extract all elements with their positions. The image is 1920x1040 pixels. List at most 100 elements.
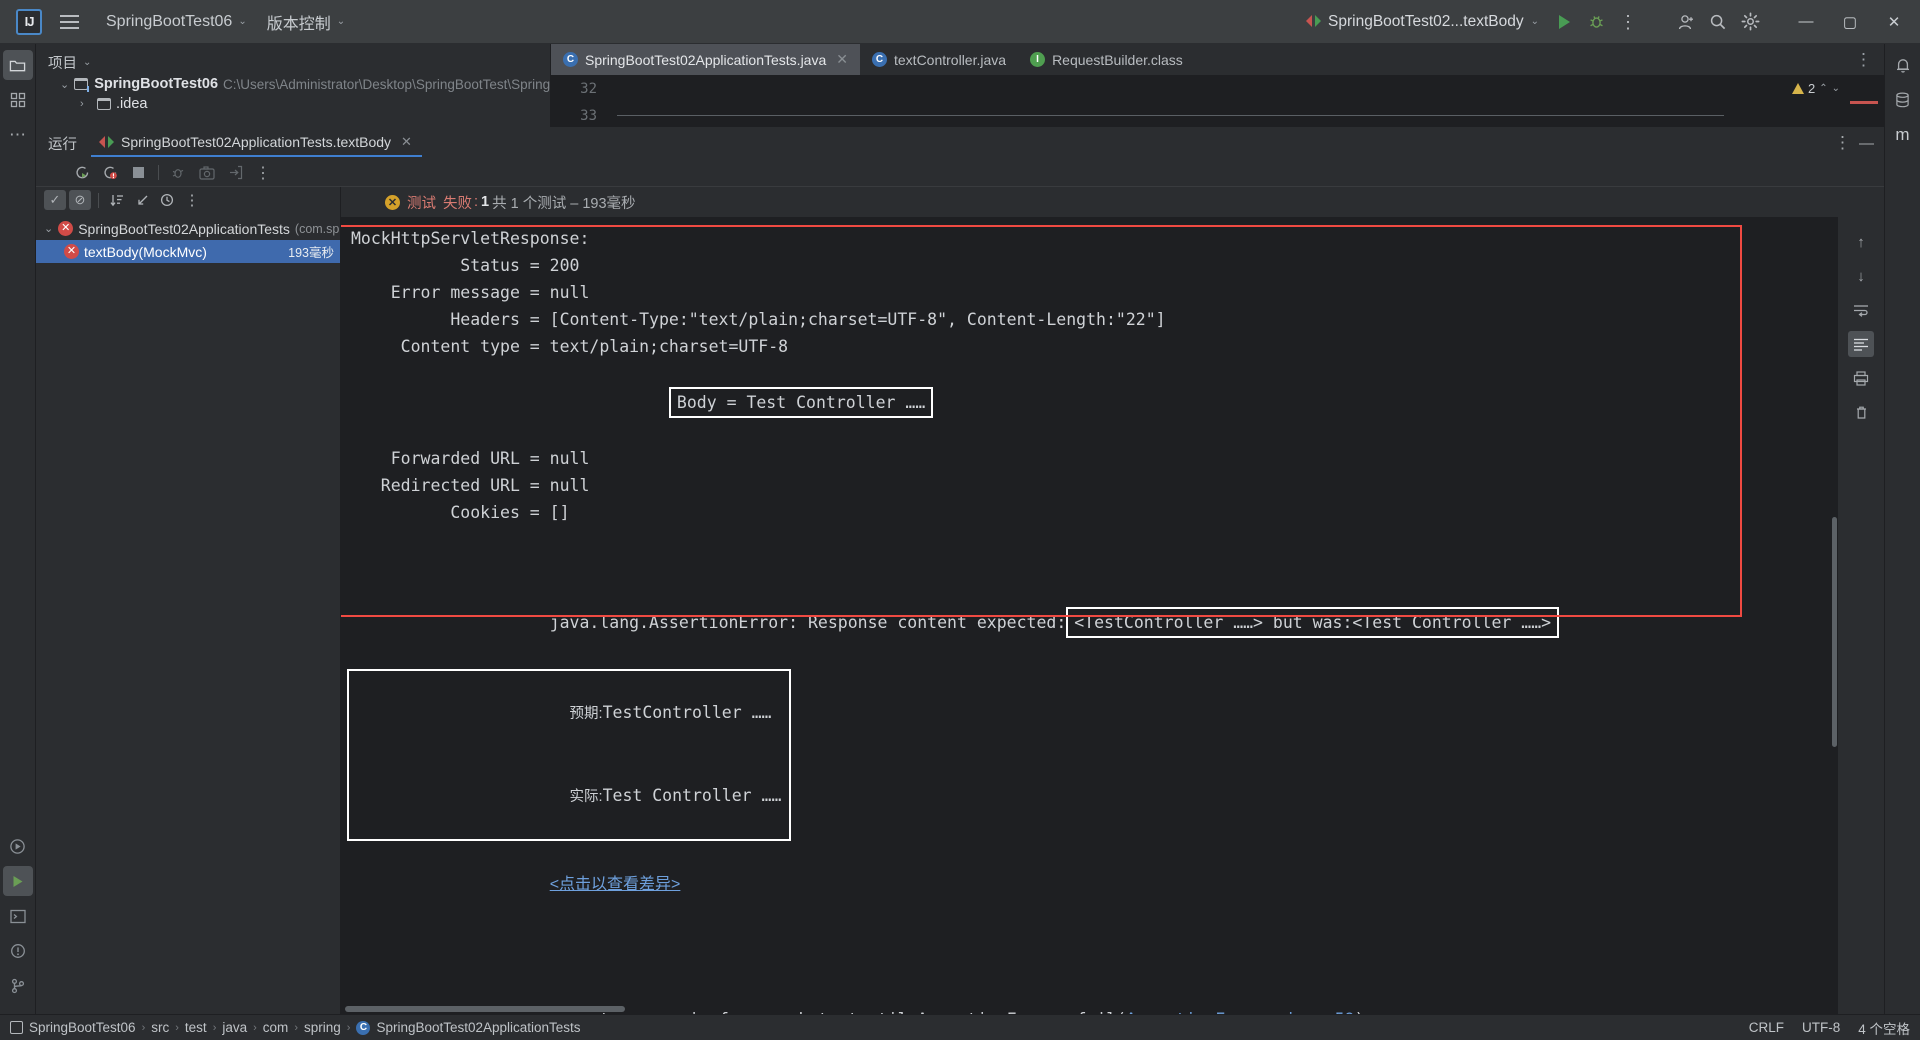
console-output[interactable]: MockHttpServletResponse: Status = 200 Er…	[341, 217, 1884, 1014]
run-window-more-icon[interactable]: ⋮	[1834, 133, 1851, 153]
structure-tool-icon[interactable]	[3, 85, 33, 115]
editor-tabs-more-button[interactable]: ⋮	[1843, 44, 1884, 75]
more-tool-windows-icon[interactable]: ⋯	[3, 120, 33, 150]
rerun-failed-tests-button[interactable]	[98, 162, 122, 184]
search-button[interactable]	[1702, 6, 1734, 38]
close-icon[interactable]: ✕	[836, 51, 848, 68]
test-tree-row-method[interactable]: ✕ textBody(MockMvc) 193毫秒	[36, 240, 340, 263]
run-window-controls: ⋮ —	[1834, 133, 1884, 153]
run-session-tab[interactable]: SpringBootTest02ApplicationTests.textBod…	[91, 129, 422, 157]
database-tool-icon[interactable]	[1888, 85, 1918, 115]
printer-icon	[1853, 370, 1869, 386]
sort-by-duration-button[interactable]	[156, 190, 178, 210]
export-results-button[interactable]	[223, 162, 247, 184]
project-tree-root[interactable]: ⌄ SpringBootTest06 C:\Users\Administrato…	[48, 73, 618, 93]
stack-link[interactable]: AssertionErrors.java:59	[1126, 1010, 1354, 1014]
export-icon	[229, 165, 242, 180]
breadcrumb-item-com[interactable]: com	[263, 1020, 289, 1035]
run-button[interactable]	[1548, 6, 1580, 38]
breadcrumb-item-test[interactable]: test	[185, 1020, 207, 1035]
console-scroll-area[interactable]: MockHttpServletResponse: Status = 200 Er…	[341, 217, 1838, 1014]
breadcrumb-item-spring[interactable]: spring	[304, 1020, 341, 1035]
chevron-down-icon[interactable]: ⌄	[60, 78, 69, 91]
clear-all-button[interactable]	[1848, 399, 1874, 425]
run-configuration-selector[interactable]: SpringBootTest02...textBody ⌄	[1297, 9, 1548, 35]
rerun-button[interactable]	[70, 162, 94, 184]
database-icon	[1896, 92, 1909, 108]
notifications-tool-icon[interactable]	[1888, 50, 1918, 80]
close-icon[interactable]: ✕	[401, 134, 412, 150]
project-panel-title[interactable]: 项目 ⌄	[48, 52, 550, 73]
run-config-icon	[1306, 14, 1322, 29]
account-icon	[1678, 14, 1693, 29]
console-vertical-scrollbar[interactable]	[1832, 517, 1837, 747]
diff-link-line[interactable]: <点击以查看差异>	[347, 843, 1838, 925]
project-tree-item-idea[interactable]: › .idea	[48, 93, 550, 113]
titlebar-more-button[interactable]: ⋮	[1612, 6, 1644, 38]
error-stripe-marker	[1850, 101, 1878, 104]
maximize-window-button[interactable]: ▢	[1828, 0, 1872, 44]
settings-button[interactable]	[1734, 6, 1766, 38]
scroll-up-button[interactable]: ↑	[1848, 229, 1874, 255]
debug-button[interactable]	[1580, 6, 1612, 38]
intellij-logo-icon: IJ	[16, 8, 42, 35]
breadcrumb-item-java[interactable]: java	[222, 1020, 247, 1035]
print-button[interactable]	[1848, 365, 1874, 391]
stop-button[interactable]	[126, 162, 150, 184]
project-selector[interactable]: SpringBootTest06 ⌄	[98, 9, 255, 35]
vcs-menu[interactable]: 版本控制 ⌄	[259, 6, 353, 38]
soft-wrap-button[interactable]	[1848, 297, 1874, 323]
editor-code-preview[interactable]: 32 33 MockHttpServletRequestBuilder requ…	[551, 75, 1884, 127]
run-toolbar-more-button[interactable]: ⋮	[251, 162, 275, 184]
project-selector-label: SpringBootTest06	[106, 12, 233, 30]
test-status-part2: 失败	[443, 195, 472, 212]
maven-tool-icon[interactable]: m	[1888, 120, 1918, 150]
run-tool-icon[interactable]	[2, 866, 33, 896]
center-column: 项目 ⌄ ⌄ SpringBootTest06 C:\Users\Adminis…	[36, 44, 1884, 1014]
problems-tool-icon[interactable]	[3, 936, 33, 966]
collapse-all-button[interactable]	[131, 190, 153, 210]
services-tool-icon[interactable]	[3, 831, 33, 861]
upper-region: 项目 ⌄ ⌄ SpringBootTest06 C:\Users\Adminis…	[36, 44, 1884, 127]
actual-label: 实际:	[569, 789, 603, 805]
scroll-to-end-button[interactable]	[1848, 331, 1874, 357]
chevron-down-icon[interactable]: ⌄	[44, 222, 53, 235]
main-menu-icon[interactable]	[52, 5, 86, 39]
test-tree-row-class[interactable]: ⌄ ✕ SpringBootTest02ApplicationTests (co…	[36, 217, 340, 240]
breadcrumb-item-src[interactable]: src	[151, 1020, 169, 1035]
show-ignored-toggle[interactable]: ⊘	[69, 190, 91, 210]
indent-label[interactable]: 4 个空格	[1858, 1018, 1910, 1038]
more-vertical-icon: ⋮	[1619, 11, 1637, 32]
debug-test-button[interactable]	[167, 162, 191, 184]
editor-tab-textcontroller[interactable]: C textController.java	[860, 44, 1018, 75]
account-button[interactable]	[1670, 6, 1702, 38]
minimize-icon[interactable]: —	[1859, 135, 1874, 152]
breadcrumb-item-module[interactable]: SpringBootTest06	[29, 1020, 136, 1035]
clock-icon	[160, 193, 173, 206]
console-horizontal-scrollbar[interactable]	[345, 1006, 625, 1012]
terminal-tool-icon[interactable]	[3, 901, 33, 931]
editor-tab-springboottest02applicationtests[interactable]: C SpringBootTest02ApplicationTests.java …	[551, 44, 860, 75]
sort-alphabetically-button[interactable]	[106, 190, 128, 210]
git-tool-icon[interactable]	[3, 971, 33, 1001]
toolbar-separator	[98, 192, 99, 208]
chevron-up-icon[interactable]: ⌃	[1819, 83, 1827, 94]
actual-value: Test Controller ……	[602, 786, 782, 805]
stack-text: at org.springframework.test.util.Asserti…	[566, 1010, 1126, 1014]
test-toolbar-more-button[interactable]: ⋮	[181, 190, 203, 210]
encoding-label[interactable]: UTF-8	[1802, 1020, 1840, 1035]
show-passed-toggle[interactable]: ✓	[44, 190, 66, 210]
expected-label: 预期:	[569, 706, 603, 722]
chevron-right-icon[interactable]: ›	[80, 98, 92, 110]
inspection-warning-chip[interactable]: 2 ⌃ ⌄	[1791, 81, 1840, 96]
project-tool-icon[interactable]	[2, 50, 33, 80]
screenshot-button[interactable]	[195, 162, 219, 184]
scroll-down-button[interactable]: ↓	[1848, 263, 1874, 289]
close-window-button[interactable]: ✕	[1872, 0, 1916, 44]
line-separator-label[interactable]: CRLF	[1749, 1020, 1784, 1035]
editor-tab-requestbuilder[interactable]: I RequestBuilder.class	[1018, 44, 1195, 75]
breadcrumb-item-class[interactable]: SpringBootTest02ApplicationTests	[376, 1020, 580, 1035]
show-diff-link[interactable]: <点击以查看差异>	[550, 876, 681, 893]
minimize-window-button[interactable]: —	[1784, 0, 1828, 44]
chevron-down-icon[interactable]: ⌄	[1832, 83, 1840, 94]
